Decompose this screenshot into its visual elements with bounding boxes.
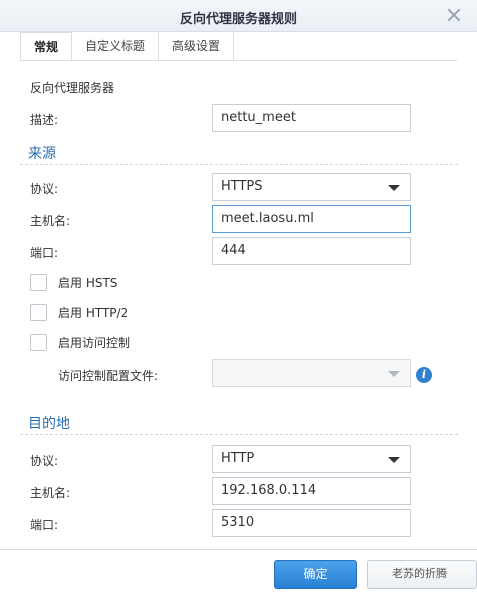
source-hostname-input[interactable]: meet.laosu.ml xyxy=(212,205,411,233)
source-protocol-select[interactable]: HTTPS xyxy=(212,173,411,201)
source-protocol-label: 协议: xyxy=(30,182,59,196)
description-input[interactable]: nettu_meet xyxy=(212,104,411,132)
tab-advanced[interactable]: 高级设置 xyxy=(159,32,235,60)
destination-protocol-label: 协议: xyxy=(30,454,59,468)
destination-port-label: 端口: xyxy=(30,518,59,532)
hsts-option[interactable]: 启用 HSTS xyxy=(30,273,117,291)
chevron-down-icon xyxy=(388,185,400,191)
destination-section-title: 目的地 xyxy=(28,416,70,432)
http2-option[interactable]: 启用 HTTP/2 xyxy=(30,303,128,321)
http2-label: 启用 HTTP/2 xyxy=(58,305,129,320)
tab-custom-header[interactable]: 自定义标题 xyxy=(72,32,160,60)
destination-divider xyxy=(20,434,458,435)
general-heading: 反向代理服务器 xyxy=(30,81,115,95)
destination-protocol-select[interactable]: HTTP xyxy=(212,445,411,473)
close-icon[interactable] xyxy=(445,6,463,24)
dialog-title: 反向代理服务器规则 xyxy=(179,12,297,27)
http2-checkbox[interactable] xyxy=(30,303,47,321)
source-section-title: 来源 xyxy=(28,146,56,162)
access-control-option[interactable]: 启用访问控制 xyxy=(30,333,130,351)
access-control-checkbox[interactable] xyxy=(30,333,47,351)
tab-general[interactable]: 常规 xyxy=(20,32,73,60)
destination-hostname-label: 主机名: xyxy=(30,486,71,500)
access-profile-label: 访问控制配置文件: xyxy=(58,369,159,383)
dialog-titlebar: 反向代理服务器规则 xyxy=(0,0,477,32)
hsts-checkbox[interactable] xyxy=(30,273,47,291)
source-hostname-label: 主机名: xyxy=(30,214,71,228)
source-divider xyxy=(20,164,458,165)
source-port-label: 端口: xyxy=(30,246,59,260)
source-protocol-value: HTTPS xyxy=(221,179,263,194)
ok-button[interactable]: 确定 xyxy=(274,560,357,589)
chevron-down-icon xyxy=(388,457,400,463)
tab-divider xyxy=(20,60,457,61)
destination-protocol-value: HTTP xyxy=(221,451,255,466)
info-icon[interactable]: i xyxy=(416,367,432,383)
access-control-label: 启用访问控制 xyxy=(58,335,131,350)
description-label: 描述: xyxy=(30,113,59,127)
hsts-label: 启用 HSTS xyxy=(58,275,118,290)
footer-divider xyxy=(0,549,477,550)
access-profile-select xyxy=(212,359,411,387)
chevron-down-icon xyxy=(388,371,400,377)
tab-bar: 常规 自定义标题 高级设置 xyxy=(20,32,235,60)
destination-port-input[interactable]: 5310 xyxy=(212,509,411,537)
source-port-input[interactable]: 444 xyxy=(212,237,411,265)
destination-hostname-input[interactable]: 192.168.0.114 xyxy=(212,477,411,505)
watermark: 老苏的折腾 xyxy=(392,567,447,580)
